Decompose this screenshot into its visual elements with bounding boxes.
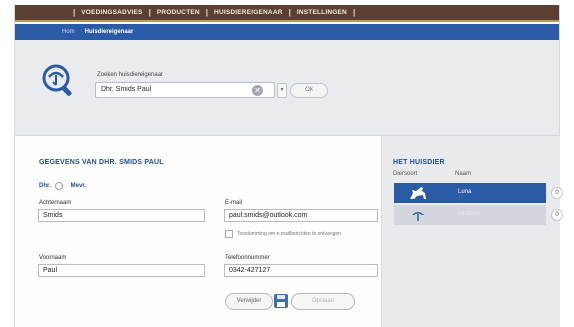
nav-item-producten[interactable]: PRODUCTEN <box>157 9 200 16</box>
breadcrumb: Hom Huisdiereigenaar <box>15 24 559 40</box>
email-consent-row: Toestemming om e-mailberichten te ontvan… <box>225 230 341 238</box>
name-column-header: Naam <box>455 171 472 177</box>
search-label: Zoeken huisdiereigenaar <box>97 72 164 78</box>
pet-row-luna[interactable]: Luna <box>394 183 546 203</box>
nav-item-voedingsadvies[interactable]: VOEDINGSADVIES <box>81 9 142 16</box>
firstname-label: Voornaam <box>39 255 67 261</box>
email-field[interactable]: paul.smids@outlook.com <box>224 209 378 222</box>
app-frame: | VOEDINGSADVIES | PRODUCTEN | HUISDIERE… <box>14 5 563 327</box>
lastname-field[interactable]: Smids <box>38 209 205 222</box>
phone-label: Telefoonnummer <box>225 255 270 261</box>
lastname-label: Achternaam <box>39 200 72 206</box>
pets-table-header: Diersoort Naam <box>393 171 471 177</box>
salutation-mr-label: Dhr. <box>39 183 51 189</box>
dog-icon <box>410 187 426 199</box>
salutation-radio-group: Dhr. Mevr. <box>39 182 86 190</box>
pet-count-badge[interactable]: 0 <box>551 209 563 221</box>
salutation-mr-radio[interactable] <box>54 182 63 190</box>
pet-name: Luna <box>458 189 472 195</box>
firstname-field[interactable]: Paul <box>38 264 205 277</box>
nav-item-instellingen[interactable]: INSTELLINGEN <box>297 9 347 16</box>
owner-search-input[interactable]: Dhr. Smids Paul <box>95 82 275 98</box>
nav-item-huisdiereigenaar[interactable]: HUISDIEREIGENAAR <box>214 9 283 16</box>
dropdown-chevron-icon[interactable]: ▼ <box>277 83 287 98</box>
email-consent-label: Toestemming om e-mailberichten te ontvan… <box>237 231 341 237</box>
delete-button[interactable]: Verwijder <box>225 293 273 310</box>
breadcrumb-current: Huisdiereigenaar <box>84 29 134 35</box>
pet-count-badge[interactable]: 0 <box>551 187 563 199</box>
email-label: E-mail <box>225 200 243 206</box>
pet-name: Mollikan <box>458 211 481 217</box>
owner-search-panel: Zoeken huisdiereigenaar Dhr. Smids Paul … <box>15 40 559 136</box>
pets-section-title: HET HUISDIER <box>393 159 445 166</box>
top-navigation: | VOEDINGSADVIES | PRODUCTEN | HUISDIERE… <box>15 5 559 22</box>
breadcrumb-home[interactable]: Hom <box>62 29 75 35</box>
floppy-disk-icon[interactable] <box>274 294 288 308</box>
rabbit-icon <box>412 212 424 221</box>
salutation-mrs-label[interactable]: Mevr. <box>71 183 86 189</box>
search-ok-button[interactable]: Ok <box>290 83 328 98</box>
pet-row-mollikan[interactable]: Mollikan <box>394 205 546 225</box>
owner-section-title: GEGEVENS VAN DHR. SMIDS PAUL <box>39 159 164 166</box>
email-consent-checkbox[interactable] <box>225 230 233 238</box>
pet-owner-search-icon <box>42 64 72 96</box>
save-button[interactable]: Opslaan <box>291 293 355 310</box>
species-column-header: Diersoort <box>393 171 418 177</box>
phone-field[interactable]: 0342-427127 <box>224 264 378 277</box>
clear-icon[interactable]: ✕ <box>252 85 263 96</box>
